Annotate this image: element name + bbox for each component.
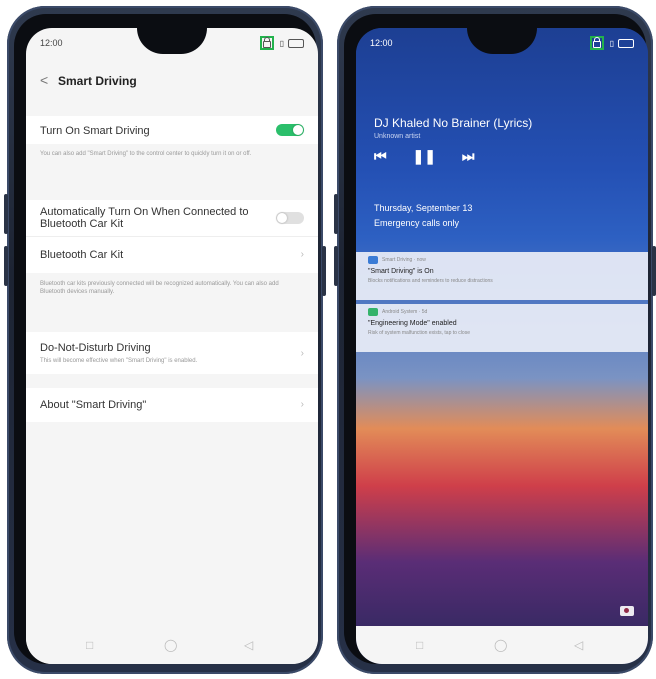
recents-button[interactable]: □ bbox=[86, 638, 93, 652]
about-label: About "Smart Driving" bbox=[40, 399, 147, 411]
app-bar: < Smart Driving bbox=[26, 68, 318, 98]
notification-body: Blocks notifications and reminders to re… bbox=[368, 278, 493, 284]
lock-screen: 12:00 ▯ DJ Khaled No Brainer (Lyrics) Un… bbox=[356, 28, 648, 664]
auto-bt-label: Automatically Turn On When Connected to … bbox=[40, 206, 249, 230]
auto-bt-toggle[interactable] bbox=[276, 212, 304, 224]
vibrate-icon: ▯ bbox=[609, 39, 614, 48]
bt-kit-label: Bluetooth Car Kit bbox=[40, 249, 124, 261]
pause-icon[interactable]: ❚❚ bbox=[413, 148, 436, 165]
home-button[interactable]: ◯ bbox=[494, 638, 507, 652]
back-button[interactable]: ◁ bbox=[574, 638, 583, 652]
lock-icon bbox=[260, 36, 274, 50]
power-button bbox=[652, 246, 656, 296]
turn-on-hint: You can also add "Smart Driving" to the … bbox=[26, 144, 318, 200]
volume-button bbox=[334, 246, 338, 286]
notification-body: Risk of system malfunction exists, tap t… bbox=[368, 330, 470, 336]
emergency-text: Emergency calls only bbox=[374, 218, 460, 228]
phone-right: 12:00 ▯ DJ Khaled No Brainer (Lyrics) Un… bbox=[334, 6, 656, 674]
android-system-app-icon bbox=[368, 308, 378, 316]
about-row[interactable]: About "Smart Driving" › bbox=[26, 388, 318, 422]
media-controls: ⏮ ❚❚ ⏭ bbox=[374, 148, 496, 165]
notification-smart-driving[interactable]: Smart Driving · now "Smart Driving" is O… bbox=[356, 252, 648, 300]
nav-bar: □ ◯ ◁ bbox=[356, 626, 648, 664]
recents-button[interactable]: □ bbox=[416, 638, 423, 652]
dnd-sub: This will become effective when "Smart D… bbox=[40, 358, 198, 364]
volume-button bbox=[334, 194, 338, 234]
auto-bt-row[interactable]: Automatically Turn On When Connected to … bbox=[26, 200, 318, 236]
chevron-right-icon: › bbox=[300, 399, 304, 410]
battery-icon bbox=[288, 39, 304, 48]
vibrate-icon: ▯ bbox=[279, 39, 284, 48]
volume-button bbox=[4, 194, 8, 234]
turn-on-label: Turn On Smart Driving bbox=[40, 125, 150, 137]
status-time: 12:00 bbox=[370, 38, 393, 48]
turn-on-row[interactable]: Turn On Smart Driving bbox=[26, 116, 318, 144]
phone-left: 12:00 ▯ < Smart Driving Turn On Smart Dr… bbox=[4, 6, 326, 674]
nav-bar: □ ◯ ◁ bbox=[26, 626, 318, 664]
turn-on-toggle[interactable] bbox=[276, 124, 304, 136]
chevron-right-icon: › bbox=[300, 348, 304, 359]
bt-kit-hint: Bluetooth car kits previously connected … bbox=[26, 272, 318, 332]
battery-icon bbox=[618, 39, 634, 48]
bezel: 12:00 ▯ DJ Khaled No Brainer (Lyrics) Un… bbox=[344, 14, 648, 664]
lock-icon bbox=[590, 36, 604, 50]
song-title: DJ Khaled No Brainer (Lyrics) bbox=[374, 116, 533, 130]
smart-driving-app-icon bbox=[368, 256, 378, 264]
notification-title: "Smart Driving" is On bbox=[368, 268, 434, 275]
back-button[interactable]: ◁ bbox=[244, 638, 253, 652]
chevron-right-icon: › bbox=[300, 249, 304, 260]
previous-icon[interactable]: ⏮ bbox=[374, 148, 387, 165]
lock-date: Thursday, September 13 bbox=[374, 203, 473, 213]
bt-kit-sub: Bluetooth car kits previously connected … bbox=[40, 281, 279, 295]
song-artist: Unknown artist bbox=[374, 133, 421, 140]
page-title: Smart Driving bbox=[58, 74, 137, 88]
camera-icon[interactable] bbox=[620, 606, 634, 616]
notification-engineering-mode[interactable]: Android System · 5d "Engineering Mode" e… bbox=[356, 304, 648, 352]
power-button bbox=[322, 246, 326, 296]
bezel: 12:00 ▯ < Smart Driving Turn On Smart Dr… bbox=[14, 14, 318, 664]
dnd-label: Do-Not-Disturb Driving bbox=[40, 342, 151, 354]
settings-screen: 12:00 ▯ < Smart Driving Turn On Smart Dr… bbox=[26, 28, 318, 664]
back-icon[interactable]: < bbox=[40, 72, 48, 88]
notification-title: "Engineering Mode" enabled bbox=[368, 320, 457, 327]
next-icon[interactable]: ⏭ bbox=[462, 148, 475, 165]
notification-app: Android System · 5d bbox=[382, 309, 428, 315]
volume-button bbox=[4, 246, 8, 286]
bt-kit-row[interactable]: Bluetooth Car Kit › bbox=[26, 236, 318, 273]
notification-app: Smart Driving · now bbox=[382, 257, 426, 263]
home-button[interactable]: ◯ bbox=[164, 638, 177, 652]
turn-on-sub: You can also add "Smart Driving" to the … bbox=[40, 151, 252, 157]
dnd-row[interactable]: Do-Not-Disturb Driving This will become … bbox=[26, 332, 318, 374]
status-time: 12:00 bbox=[40, 38, 63, 48]
